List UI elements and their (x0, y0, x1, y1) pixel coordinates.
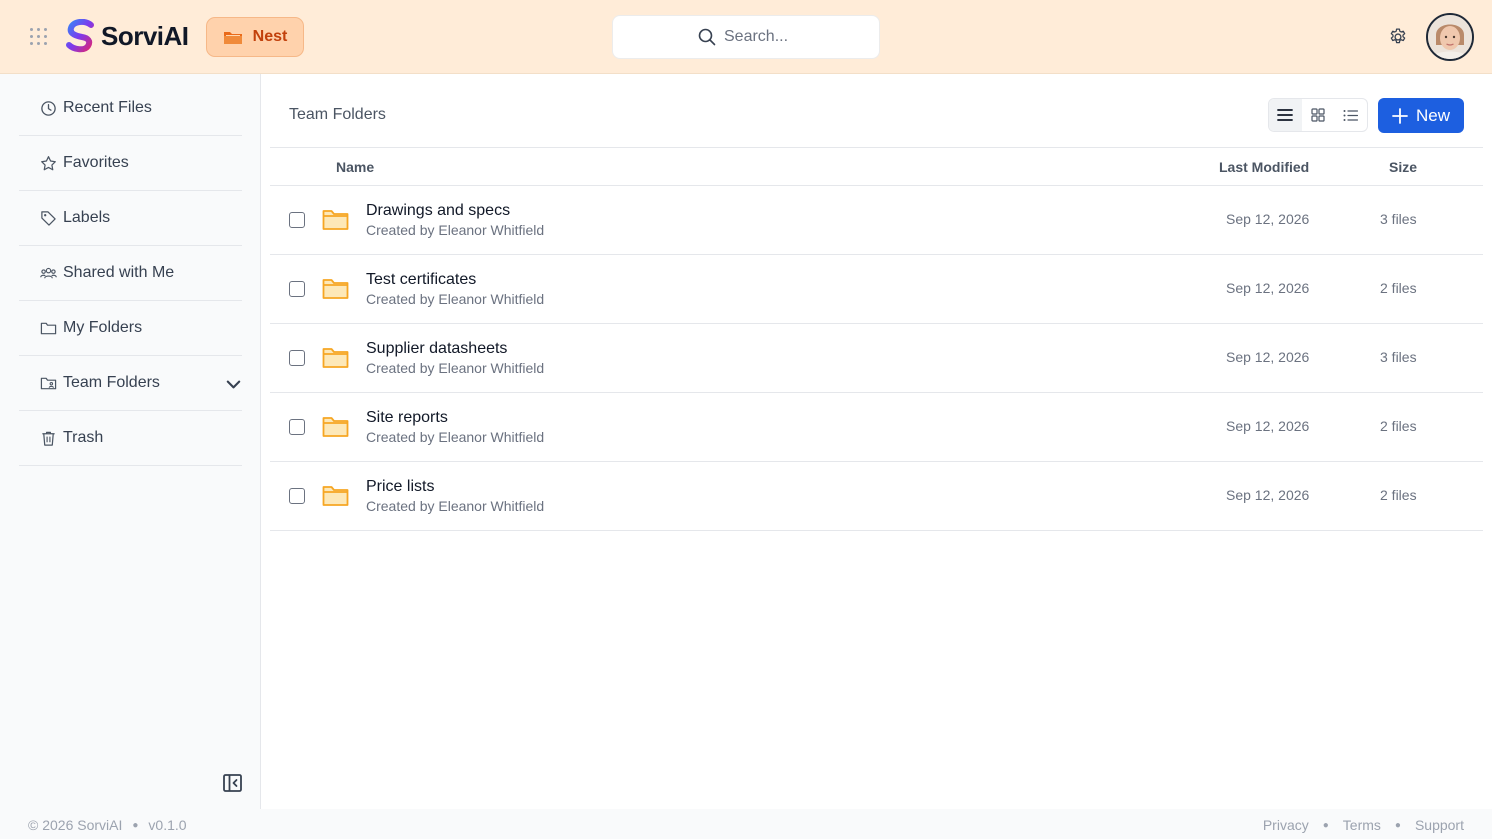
grid-view-button[interactable] (1302, 99, 1335, 131)
sidebar-item-team-folders[interactable]: Team Folders (19, 356, 242, 411)
row-checkbox[interactable] (289, 212, 305, 228)
row-checkbox[interactable] (289, 488, 305, 504)
terms-link[interactable]: Terms (1343, 817, 1381, 833)
sidebar-item-label: Recent Files (63, 99, 152, 116)
folder-creator: Created by Eleanor Whitfield (366, 498, 545, 514)
column-size[interactable]: Size (1389, 159, 1417, 175)
folder-icon (322, 279, 349, 299)
folder-icon (322, 486, 349, 506)
search-icon (698, 28, 716, 46)
row-checkbox[interactable] (289, 350, 305, 366)
folder-name[interactable]: Test certificates (366, 271, 476, 289)
privacy-link[interactable]: Privacy (1263, 817, 1309, 833)
detail-view-button[interactable] (1334, 99, 1367, 131)
list-view-button[interactable] (1269, 99, 1302, 131)
nest-label: Nest (252, 28, 288, 45)
folder-size: 2 files (1380, 280, 1417, 296)
search-input[interactable] (724, 28, 794, 46)
app-logo[interactable]: SorviAI (65, 19, 189, 53)
user-photo-icon (1428, 15, 1472, 59)
avatar[interactable] (1426, 13, 1474, 61)
folder-user-icon (40, 377, 57, 389)
tag-icon (41, 210, 56, 226)
sidebar-item-recent-files[interactable]: Recent Files (19, 81, 242, 136)
folder-modified: Sep 12, 2026 (1226, 211, 1310, 227)
footer: © 2026 SorviAI ● v0.1.0 Privacy ● Terms … (0, 809, 1492, 839)
separator-dot: ● (1322, 819, 1329, 831)
users-icon (40, 267, 57, 278)
logo-mark-icon (66, 19, 94, 53)
column-name[interactable]: Name (336, 159, 374, 175)
search-box[interactable] (612, 15, 880, 59)
collapse-sidebar-icon[interactable] (223, 774, 242, 792)
copyright: © 2026 SorviAI (28, 817, 123, 833)
folder-creator: Created by Eleanor Whitfield (366, 429, 545, 445)
sidebar-item-trash[interactable]: Trash (19, 411, 242, 466)
folder-name[interactable]: Price lists (366, 478, 434, 496)
folder-size: 3 files (1380, 349, 1417, 365)
nest-button[interactable]: Nest (206, 17, 304, 57)
folder-list: Drawings and specs Created by Eleanor Wh… (270, 186, 1483, 531)
grid-icon (1311, 108, 1325, 122)
bullet-list-icon (1343, 109, 1359, 121)
sidebar-item-label: My Folders (63, 319, 143, 336)
folder-modified: Sep 12, 2026 (1226, 349, 1310, 365)
sidebar-item-favorites[interactable]: Favorites (19, 136, 242, 191)
menu-lines-icon (1277, 109, 1294, 121)
folder-creator: Created by Eleanor Whitfield (366, 360, 545, 376)
row-checkbox[interactable] (289, 419, 305, 435)
top-bar: SorviAI Nest (0, 0, 1492, 74)
table-row[interactable]: Test certificates Created by Eleanor Whi… (270, 255, 1483, 324)
folder-size: 2 files (1380, 487, 1417, 503)
folder-icon (40, 322, 57, 334)
folder-icon (223, 32, 242, 44)
trash-icon (42, 431, 55, 446)
clock-icon (41, 100, 56, 116)
sidebar-item-shared-with-me[interactable]: Shared with Me (19, 246, 242, 301)
new-button-label: New (1415, 105, 1450, 125)
folder-size: 2 files (1380, 418, 1417, 434)
table-row[interactable]: Supplier datasheets Created by Eleanor W… (270, 324, 1483, 393)
table-row[interactable]: Drawings and specs Created by Eleanor Wh… (270, 186, 1483, 255)
chevron-down-icon[interactable] (225, 376, 242, 393)
sidebar: Recent Files Favorites Labels Shared wit… (0, 74, 261, 809)
folder-modified: Sep 12, 2026 (1226, 487, 1310, 503)
sidebar-item-label: Team Folders (63, 374, 160, 391)
folder-modified: Sep 12, 2026 (1226, 280, 1310, 296)
separator-dot: ● (1394, 819, 1401, 831)
folder-creator: Created by Eleanor Whitfield (366, 291, 545, 307)
gear-icon[interactable] (1388, 27, 1408, 47)
sidebar-item-label: Shared with Me (63, 264, 175, 281)
separator-dot: ● (132, 819, 139, 831)
sidebar-item-my-folders[interactable]: My Folders (19, 301, 242, 356)
row-checkbox[interactable] (289, 281, 305, 297)
sidebar-item-label: Favorites (63, 154, 129, 171)
sidebar-item-label: Trash (63, 429, 104, 446)
folder-icon (322, 417, 349, 437)
star-icon (41, 155, 56, 170)
folder-creator: Created by Eleanor Whitfield (366, 222, 545, 238)
sidebar-item-labels[interactable]: Labels (19, 191, 242, 246)
folder-size: 3 files (1380, 211, 1417, 227)
plus-icon (1392, 107, 1408, 124)
support-link[interactable]: Support (1415, 817, 1464, 833)
folder-modified: Sep 12, 2026 (1226, 418, 1310, 434)
folder-name[interactable]: Site reports (366, 409, 448, 427)
folder-name[interactable]: Drawings and specs (366, 202, 510, 220)
table-row[interactable]: Price lists Created by Eleanor Whitfield… (270, 462, 1483, 531)
apps-grid-icon[interactable] (30, 28, 48, 46)
column-last-modified[interactable]: Last Modified (1219, 159, 1309, 175)
table-header: Name Last Modified Size (270, 147, 1483, 186)
view-toggle (1268, 98, 1368, 132)
sidebar-item-label: Labels (63, 209, 111, 226)
new-button[interactable]: New (1378, 98, 1464, 133)
folder-icon (322, 210, 349, 230)
version: v0.1.0 (148, 817, 187, 833)
table-row[interactable]: Site reports Created by Eleanor Whitfiel… (270, 393, 1483, 462)
folder-name[interactable]: Supplier datasheets (366, 340, 507, 358)
folder-icon (322, 348, 349, 368)
app-name: SorviAI (101, 20, 189, 51)
page-title: Team Folders (289, 106, 386, 123)
